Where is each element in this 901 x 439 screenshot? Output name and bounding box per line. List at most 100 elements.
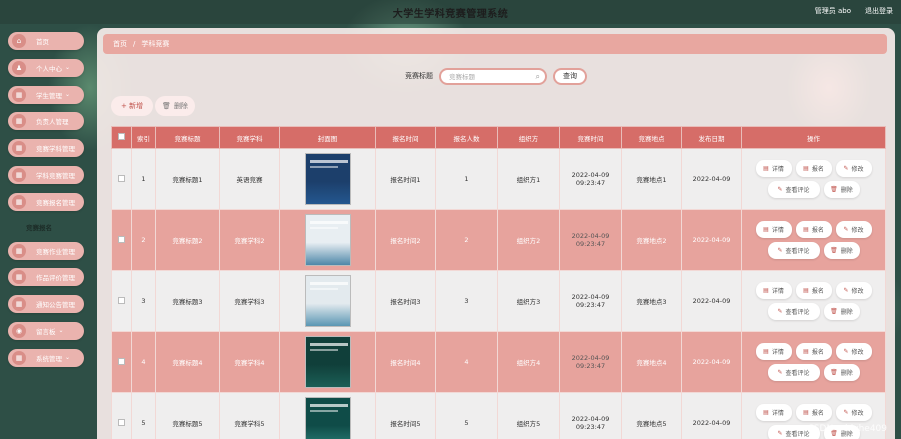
cell-place: 竞赛地点1 [621,148,682,210]
cell-cover [279,392,376,439]
detail-button[interactable]: ▤ 详情 [755,221,792,238]
row-actions: ▤ 详情 ▤ 报名 ✎ 修改 ✎ 查看评论 🗑 删除 [742,160,885,198]
signup-button[interactable]: ▤ 报名 [795,343,832,360]
sidebar-item-9[interactable]: ▦ 作品评价管理 [8,268,84,287]
current-user: 管理员 abo [814,7,851,15]
review-button[interactable]: ✎ 查看评论 [767,181,820,198]
logout-link[interactable]: 退出登录 [865,6,893,16]
select-all-header[interactable] [111,126,132,149]
query-button[interactable]: 查询 [553,67,587,85]
edit-icon: ✎ [843,165,849,172]
cell-competition-time: 2022-04-09 09:23:47 [559,331,622,393]
cell-index: 3 [131,270,156,332]
cell-subject: 竞赛学科5 [219,392,280,439]
row-checkbox[interactable] [118,296,125,304]
row-select-cell[interactable] [111,392,132,439]
column-header: 报名时间 [375,126,436,149]
cover-image [304,397,351,439]
sidebar-item-label: 竞赛作业管理 [36,247,75,256]
sidebar: ⌂ 首页 ♟ 个人中心 ⌄ ▦ 学生管理 ⌄ ▦ 负责人管理 ▦ 竞赛学科管理 ▦ 学科竞赛管理 ▦ 竞赛报名… [8,32,88,376]
signup-button[interactable]: ▤ 报名 [795,404,832,421]
trash-icon: 🗑 [830,308,838,315]
row-checkbox[interactable] [118,174,125,182]
row-actions: ▤ 详情 ▤ 报名 ✎ 修改 ✎ 查看评论 🗑 删除 [742,221,885,259]
signup-button[interactable]: ▤ 报名 [795,221,832,238]
sidebar-item-7[interactable]: 竞赛报名 [8,220,84,234]
signup-icon: ▤ [803,165,809,172]
row-select-cell[interactable] [111,331,132,393]
edit-button[interactable]: ✎ 修改 [835,343,872,360]
row-delete-button[interactable]: 🗑 删除 [823,181,860,198]
sidebar-item-1[interactable]: ♟ 个人中心 ⌄ [8,58,84,77]
cell-signup-count: 2 [435,209,498,271]
review-label: 查看评论 [785,187,810,194]
row-select-cell[interactable] [111,148,132,210]
row-delete-button[interactable]: 🗑 删除 [823,364,860,381]
sidebar-item-5[interactable]: ▦ 学科竞赛管理 [8,165,84,184]
cell-publish-date: 2022-04-09 [681,331,742,393]
search-input[interactable]: 竞赛标题 ⌕ [439,67,547,85]
row-select-cell[interactable] [111,209,132,271]
signup-button[interactable]: ▤ 报名 [795,282,832,299]
cell-subject: 英语竞赛 [219,148,280,210]
row-delete-button[interactable]: 🗑 删除 [823,303,860,320]
edit-button[interactable]: ✎ 修改 [835,160,872,177]
signup-label: 报名 [811,410,824,417]
sidebar-item-12[interactable]: ▦ 系统管理 ⌄ [8,348,84,367]
cell-title: 竞赛标题3 [155,270,220,332]
detail-button[interactable]: ▤ 详情 [755,404,792,421]
detail-button[interactable]: ▤ 详情 [755,160,792,177]
cell-cover [279,148,376,210]
sidebar-item-0[interactable]: ⌂ 首页 [8,32,84,50]
detail-label: 详情 [771,288,784,295]
cell-place: 竞赛地点3 [621,270,682,332]
table-header-row: 索引 竞赛标题 竞赛学科 封面图 报名时间 报名人数 组织方 竞赛时间 竞赛地点 发布日期 操作 [111,126,886,149]
breadcrumb-home[interactable]: 首页 [113,39,127,49]
sidebar-item-2[interactable]: ▦ 学生管理 ⌄ [8,85,84,104]
detail-button[interactable]: ▤ 详情 [755,282,792,299]
sidebar-item-11[interactable]: ◉ 留言板 ⌄ [8,321,84,340]
add-button[interactable]: + 新增 [111,96,153,116]
detail-button[interactable]: ▤ 详情 [755,343,792,360]
chevron-down-icon: ⌄ [65,354,71,362]
review-button[interactable]: ✎ 查看评论 [767,364,820,381]
row-select-cell[interactable] [111,270,132,332]
toolbar: + 新增 🗑 删除 [111,96,195,116]
sidebar-item-label: 留言板 [36,327,56,336]
cell-organizer: 组织方3 [497,270,560,332]
edit-button[interactable]: ✎ 修改 [835,282,872,299]
select-all-checkbox[interactable] [118,133,125,140]
row-checkbox[interactable] [118,418,125,426]
edit-icon: ✎ [843,226,849,233]
sidebar-item-8[interactable]: ▦ 竞赛作业管理 [8,241,84,260]
cell-publish-date: 2022-04-09 [681,148,742,210]
delete-button[interactable]: 🗑 删除 [155,96,195,116]
edit-button[interactable]: ✎ 修改 [835,221,872,238]
sidebar-item-6[interactable]: ▦ 竞赛报名管理 [8,192,84,211]
grid-icon: ▦ [12,141,26,156]
detail-label: 详情 [771,166,784,173]
review-button[interactable]: ✎ 查看评论 [767,303,820,320]
sidebar-item-4[interactable]: ▦ 竞赛学科管理 [8,139,84,158]
column-header: 竞赛学科 [219,126,280,149]
trash-icon: 🗑 [830,369,838,376]
table-row: 1 竞赛标题1 英语竞赛 报名时间1 1 组织方1 2022-04-09 09:23:47 竞… [111,148,886,210]
row-checkbox[interactable] [118,235,125,243]
signup-button[interactable]: ▤ 报名 [795,160,832,177]
review-label: 查看评论 [785,370,810,377]
cell-index: 4 [131,331,156,393]
sidebar-item-3[interactable]: ▦ 负责人管理 [8,112,84,131]
cell-cover [279,331,376,393]
review-button[interactable]: ✎ 查看评论 [767,242,820,259]
row-delete-label: 删除 [840,309,853,316]
search-row: 竞赛标题 竞赛标题 ⌕ 查询 [97,67,895,85]
row-checkbox[interactable] [118,357,125,365]
cell-cover [279,209,376,271]
cell-signup-count: 1 [435,148,498,210]
detail-label: 详情 [771,227,784,234]
sidebar-item-10[interactable]: ▦ 通知公告管理 [8,295,84,314]
cell-index: 5 [131,392,156,439]
cell-publish-date: 2022-04-09 [681,209,742,271]
edit-button[interactable]: ✎ 修改 [835,404,872,421]
row-delete-button[interactable]: 🗑 删除 [823,242,860,259]
